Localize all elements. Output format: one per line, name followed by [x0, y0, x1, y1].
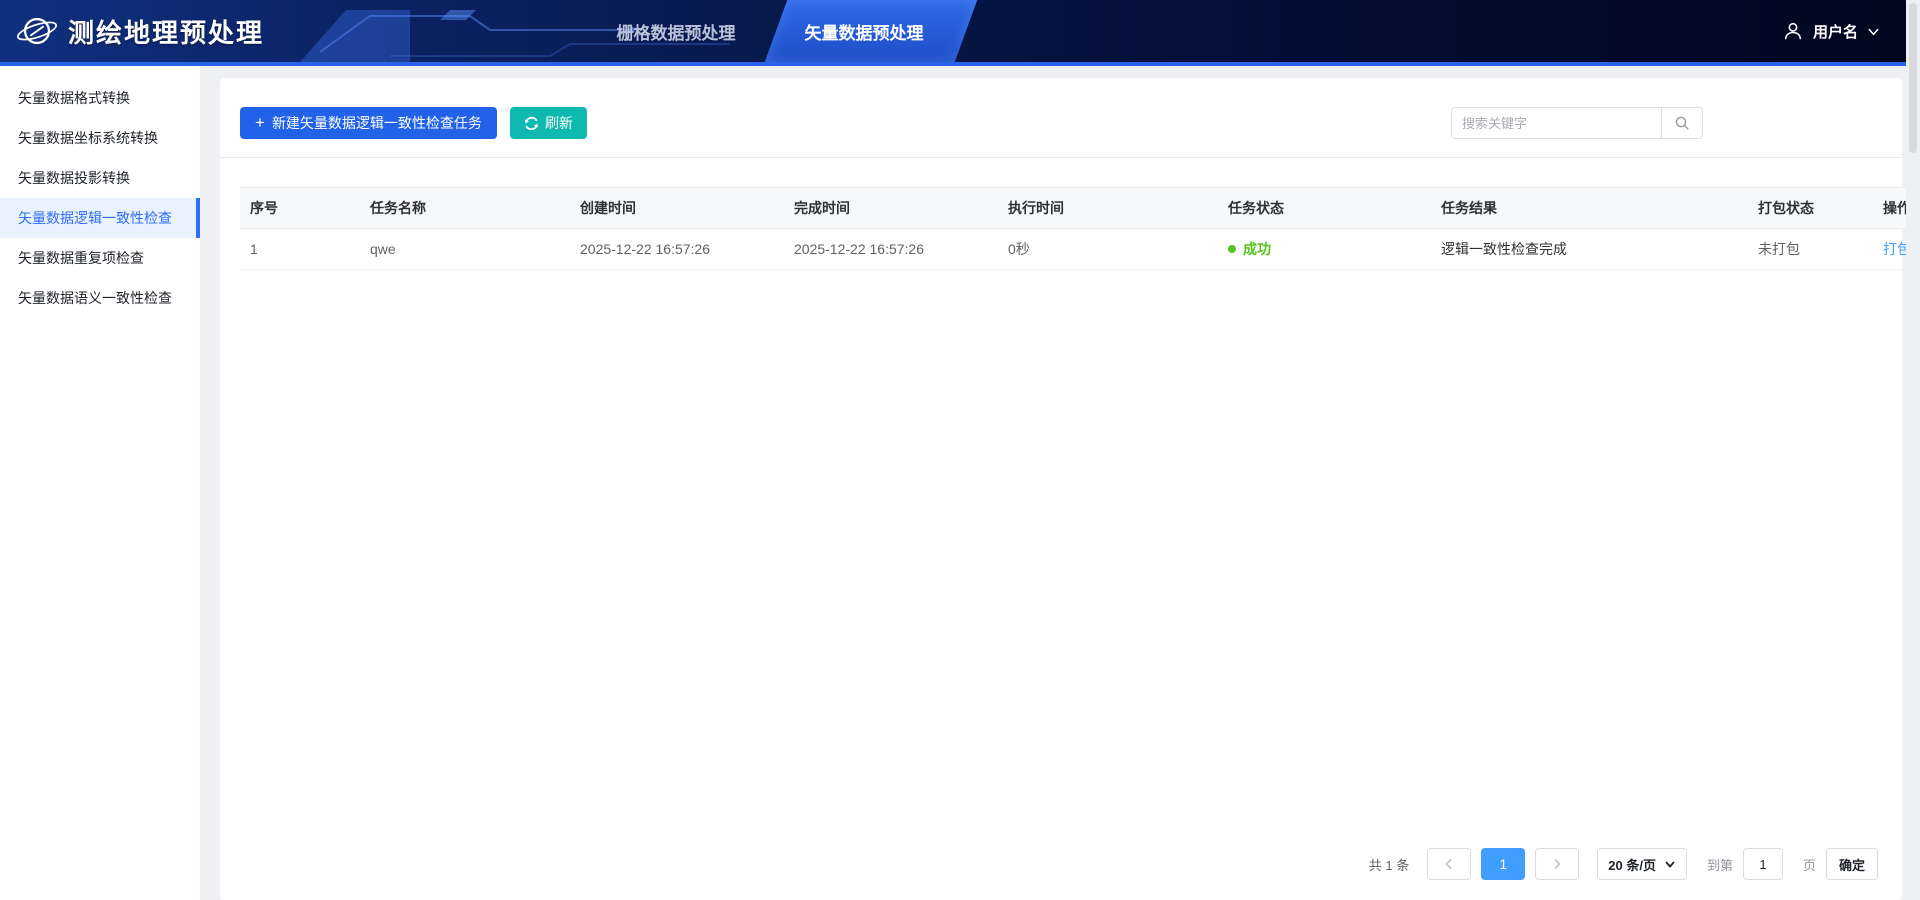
goto-suffix-label: 页 [1802, 857, 1816, 873]
refresh-button[interactable]: 刷新 [509, 107, 587, 139]
tab-vector-preprocess[interactable]: 矢量数据预处理 [764, 0, 978, 62]
goto-page-input[interactable] [1742, 848, 1783, 880]
cell-task-name: qwe [360, 228, 570, 270]
top-nav-tabs: 栅格数据预处理 矢量数据预处理 [582, 0, 978, 62]
task-table: 序号 任务名称 创建时间 完成时间 执行时间 任务状态 任务结果 打包状态 操作… [240, 187, 1920, 270]
col-task-name: 任务名称 [360, 187, 570, 229]
col-created-at: 创建时间 [570, 187, 784, 229]
user-menu[interactable]: 用户名 [1782, 0, 1880, 62]
sidebar-item-format-conversion[interactable]: 矢量数据格式转换 [0, 78, 200, 118]
table-row: 1 qwe 2025-12-22 16:57:26 2025-12-22 16:… [240, 228, 1920, 270]
sidebar-item-logical-consistency-check[interactable]: 矢量数据逻辑一致性检查 [0, 198, 200, 238]
select-chevron-down-icon [1665, 861, 1675, 868]
prev-page-button[interactable] [1427, 848, 1472, 880]
col-finished-at: 完成时间 [784, 187, 998, 229]
cell-created-at: 2025-12-22 16:57:26 [570, 228, 784, 270]
search-input[interactable] [1452, 108, 1661, 138]
plus-icon: + [255, 112, 265, 132]
toolbar: + 新建矢量数据逻辑一致性检查任务 刷新 [220, 78, 1902, 158]
status-dot-icon [1228, 245, 1236, 253]
table-header-row: 序号 任务名称 创建时间 完成时间 执行时间 任务状态 任务结果 打包状态 操作 [240, 187, 1920, 229]
content-card: + 新建矢量数据逻辑一致性检查任务 刷新 搜索关键字 序号 任务名称 创建时间 … [220, 78, 1920, 900]
col-index: 序号 [240, 187, 360, 229]
col-duration: 执行时间 [998, 187, 1218, 229]
chevron-right-icon [1554, 858, 1561, 870]
sidebar-item-coordinate-conversion[interactable]: 矢量数据坐标系统转换 [0, 118, 200, 158]
col-result: 任务结果 [1431, 187, 1748, 229]
next-page-button[interactable] [1535, 848, 1580, 880]
page-size-select[interactable]: 20 条/页 [1597, 848, 1687, 880]
logo-icon [16, 17, 58, 45]
page-scrollbar[interactable] [1906, 0, 1920, 900]
scrollbar-thumb[interactable] [1909, 3, 1917, 153]
page-title: 测绘地理预处理 [68, 17, 265, 48]
cell-index: 1 [240, 228, 360, 270]
search-icon [1675, 116, 1689, 130]
app-header: 测绘地理预处理 栅格数据预处理 矢量数据预处理 用户名 [0, 0, 1906, 66]
col-status: 任务状态 [1218, 187, 1431, 229]
app-logo: 测绘地理预处理 [16, 0, 264, 62]
pagination: 共 1 条 1 20 条/页 到第 页 确定 [1369, 848, 1878, 880]
cell-finished-at: 2025-12-22 16:57:26 [784, 228, 998, 270]
goto-prefix-label: 到第 [1706, 857, 1733, 873]
chevron-left-icon [1445, 858, 1452, 870]
sidebar-item-projection-conversion[interactable]: 矢量数据投影转换 [0, 158, 200, 198]
cell-duration: 0秒 [998, 228, 1218, 270]
page-number-button[interactable]: 1 [1481, 848, 1526, 880]
search-box [1451, 107, 1703, 139]
sidebar-item-duplicate-check[interactable]: 矢量数据重复项检查 [0, 238, 200, 278]
confirm-button[interactable]: 确定 [1825, 848, 1878, 880]
cell-status: 成功 [1218, 228, 1431, 270]
cell-package-status: 未打包 [1748, 228, 1873, 270]
task-table-wrap: 序号 任务名称 创建时间 完成时间 执行时间 任务状态 任务结果 打包状态 操作… [240, 187, 1920, 270]
user-icon [1784, 22, 1802, 40]
sidebar-item-semantic-consistency-check[interactable]: 矢量数据语义一致性检查 [0, 278, 200, 318]
col-package-status: 打包状态 [1748, 187, 1873, 229]
sidebar: 矢量数据格式转换 矢量数据坐标系统转换 矢量数据投影转换 矢量数据逻辑一致性检查… [0, 66, 200, 900]
create-task-button[interactable]: + 新建矢量数据逻辑一致性检查任务 [240, 107, 497, 139]
refresh-icon [525, 116, 538, 130]
status-badge: 成功 [1228, 239, 1271, 259]
tab-raster-preprocess[interactable]: 栅格数据预处理 [582, 0, 770, 62]
pagination-total: 共 1 条 [1368, 857, 1410, 873]
user-name: 用户名 [1812, 23, 1858, 41]
cell-result: 逻辑一致性检查完成 [1431, 228, 1748, 270]
search-button[interactable] [1661, 108, 1702, 138]
chevron-down-icon [1868, 28, 1879, 35]
